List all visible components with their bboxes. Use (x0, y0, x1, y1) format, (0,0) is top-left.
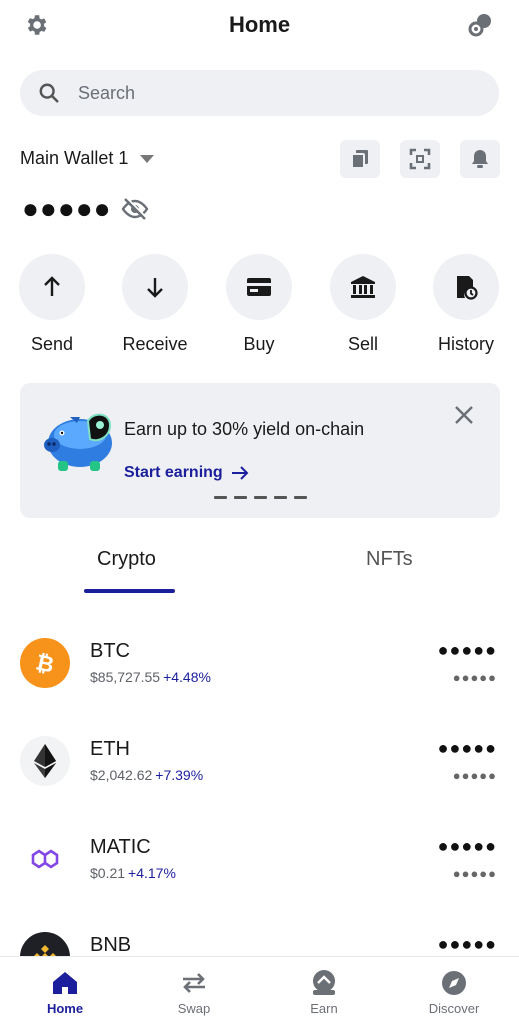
bank-icon (351, 276, 375, 298)
asset-price-line: $2,042.62 +7.39% (90, 767, 203, 783)
nav-earn[interactable]: Earn (274, 957, 374, 1024)
send-button[interactable]: Send (7, 254, 97, 364)
asset-value: ●●●●● (452, 768, 497, 783)
wallet-selector[interactable]: Main Wallet 1 (20, 148, 155, 169)
asset-balance: ●●●●● (437, 738, 497, 758)
receive-button[interactable]: Receive (110, 254, 200, 364)
tab-nfts[interactable]: NFTs (366, 548, 413, 571)
wallet-row: Main Wallet 1 (20, 140, 500, 180)
bell-icon (472, 150, 488, 168)
buy-button[interactable]: Buy (214, 254, 304, 364)
search-bar[interactable] (20, 70, 499, 116)
asset-balance: ●●●●● (437, 640, 497, 660)
nav-swap-label: Swap (177, 1001, 211, 1016)
receive-label: Receive (122, 334, 188, 354)
asset-price: $85,727.55 (90, 669, 161, 685)
card-icon (247, 278, 271, 296)
arrow-right-icon (231, 466, 249, 480)
asset-value: ●●●●● (452, 670, 497, 685)
arrow-up-icon (44, 276, 60, 296)
wallet-balance: ●●●●● (22, 193, 150, 224)
nav-discover-label: Discover (428, 1001, 480, 1016)
home-icon (51, 969, 79, 997)
asset-tabs: Crypto NFTs (0, 538, 519, 594)
history-label: History (437, 334, 494, 354)
balance-hidden: ●●●●● (22, 193, 112, 224)
receive-circle[interactable] (122, 254, 188, 320)
bottom-nav: Home Swap Earn Discover (0, 956, 519, 1024)
asset-balance: ●●●●● (437, 836, 497, 856)
nav-swap[interactable]: Swap (144, 957, 244, 1024)
carousel-dot (254, 496, 267, 499)
scan-icon (409, 148, 431, 170)
quick-actions: Send Receive Buy Sell History (0, 254, 519, 364)
history-button[interactable]: History (421, 254, 511, 364)
header: Home (0, 0, 519, 52)
asset-change: +7.39% (155, 767, 204, 783)
asset-change: +4.48% (163, 669, 211, 685)
scan-button[interactable] (400, 140, 440, 178)
copy-address-button[interactable] (340, 140, 380, 178)
eth-icon (20, 736, 70, 786)
list-item-btc[interactable]: ₿ BTC $85,727.55 +4.48% ●●●●● ●●●●● (0, 610, 519, 708)
carousel-dot (234, 496, 247, 499)
start-earning-label: Start earning (124, 464, 223, 481)
notifications-button[interactable] (460, 140, 500, 178)
carousel-dot (294, 496, 307, 499)
nav-earn-label: Earn (310, 1001, 338, 1016)
asset-price-line: $0.21 +4.17% (90, 865, 176, 881)
buy-circle[interactable] (226, 254, 292, 320)
asset-symbol: BTC (90, 640, 130, 662)
asset-symbol: BNB (90, 934, 132, 956)
eye-slash-icon[interactable] (120, 196, 150, 222)
arrow-down-icon (147, 278, 163, 298)
promo-card[interactable]: Earn up to 30% yield on-chain Start earn… (20, 383, 500, 518)
active-tab-indicator (84, 589, 175, 593)
buy-label: Buy (243, 334, 275, 354)
list-item-eth[interactable]: ETH $2,042.62 +7.39% ●●●●● ●●●●● (0, 708, 519, 806)
search-input[interactable] (78, 82, 458, 104)
carousel-dot (274, 496, 287, 499)
wallet-name: Main Wallet 1 (20, 148, 129, 168)
send-circle[interactable] (19, 254, 85, 320)
list-item-matic[interactable]: MATIC $0.21 +4.17% ●●●●● ●●●●● (0, 806, 519, 904)
start-earning-link[interactable]: Start earning (124, 464, 249, 482)
promo-title: Earn up to 30% yield on-chain (124, 419, 365, 439)
history-icon (457, 276, 478, 300)
piggy-bank-icon (44, 413, 112, 471)
asset-price-line: $85,727.55 +4.48% (90, 669, 211, 685)
asset-value: ●●●●● (452, 866, 497, 881)
asset-price: $0.21 (90, 865, 126, 881)
asset-symbol: ETH (90, 738, 130, 760)
search-icon (39, 83, 59, 103)
btc-icon: ₿ (20, 638, 70, 688)
link-icon[interactable] (466, 11, 494, 39)
chevron-down-icon (140, 154, 155, 163)
history-circle[interactable] (433, 254, 499, 320)
nav-home[interactable]: Home (15, 957, 115, 1024)
asset-change: +4.17% (128, 865, 176, 881)
sell-circle[interactable] (330, 254, 396, 320)
asset-price: $2,042.62 (90, 767, 153, 783)
sell-button[interactable]: Sell (318, 254, 408, 364)
carousel-dot (214, 496, 227, 499)
page-title: Home (228, 12, 291, 37)
asset-balance: ●●●●● (437, 934, 497, 954)
earn-icon (310, 969, 338, 997)
swap-icon (180, 969, 208, 997)
matic-icon (20, 834, 70, 884)
compass-icon (440, 969, 468, 997)
svg-text:₿: ₿ (33, 650, 56, 678)
sell-label: Sell (347, 334, 378, 354)
close-icon[interactable] (452, 403, 476, 427)
nav-home-label: Home (46, 1001, 84, 1016)
asset-symbol: MATIC (90, 836, 151, 858)
nav-discover[interactable]: Discover (404, 957, 504, 1024)
copy-icon (351, 150, 368, 169)
carousel-indicator (214, 496, 307, 499)
send-label: Send (30, 334, 74, 354)
tab-crypto[interactable]: Crypto (97, 548, 156, 571)
